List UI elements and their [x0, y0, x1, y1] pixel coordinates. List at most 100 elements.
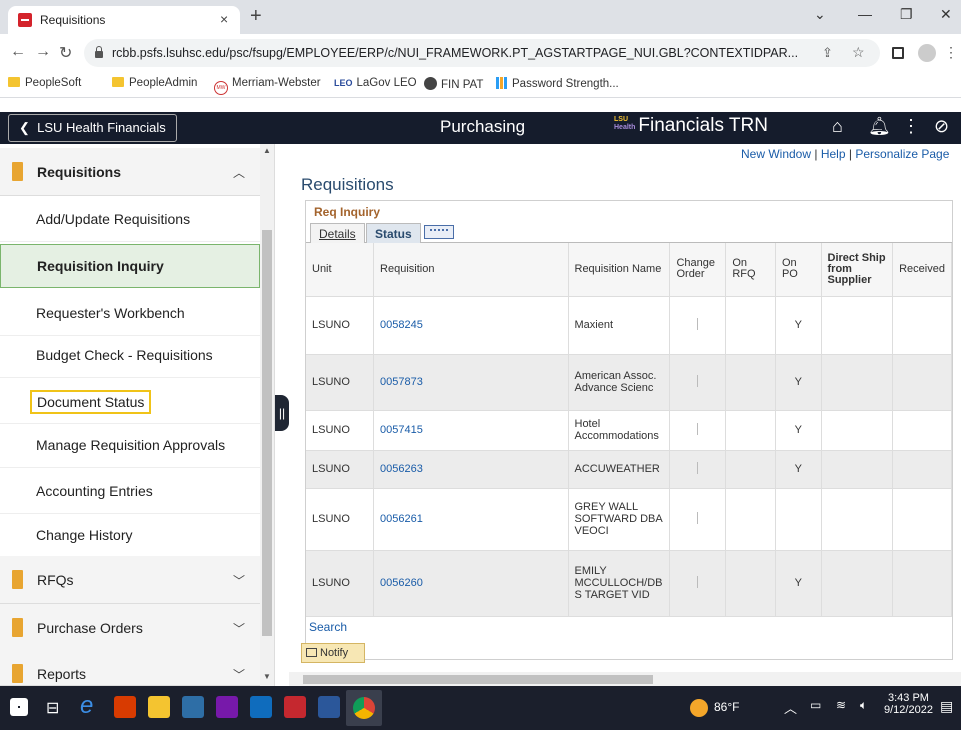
sidebar-folder-rfqs[interactable]: RFQs ﹀	[0, 556, 260, 604]
task-view-icon[interactable]: ⊟	[46, 698, 59, 718]
chrome-menu-icon[interactable]: ⋮	[944, 44, 958, 61]
sidebar-item-requisition-inquiry[interactable]: Requisition Inquiry	[0, 244, 260, 288]
bookmark-peopleadmin[interactable]: PeopleAdmin	[112, 77, 197, 89]
chevron-down-icon[interactable]: ﹀	[233, 666, 245, 683]
remote-desktop-icon[interactable]	[182, 696, 204, 718]
clock[interactable]: 3:43 PM 9/12/2022	[884, 692, 933, 716]
col-header-requisition-name[interactable]: Requisition Name	[568, 243, 671, 297]
bookmark-star-icon[interactable]: ☆	[852, 44, 865, 61]
sidebar-scrollbar[interactable]: ▲ ▼	[260, 144, 274, 686]
minimize-icon[interactable]: —	[858, 6, 872, 22]
file-explorer-icon[interactable]	[148, 696, 170, 718]
col-header-direct-ship[interactable]: Direct Ship from Supplier	[821, 243, 894, 297]
cell-on-rfq	[725, 410, 776, 451]
notifications-bell-icon[interactable]: 🔔︎	[868, 116, 891, 137]
folder-label: RFQs	[37, 572, 74, 588]
network-icon[interactable]: ▭	[810, 698, 821, 712]
reload-icon[interactable]: ↻	[59, 43, 72, 63]
cell-unit: LSUNO	[306, 488, 375, 551]
col-header-unit[interactable]: Unit	[306, 243, 375, 297]
col-header-change-order[interactable]: Change Order	[669, 243, 727, 297]
main-content: New Window | Help | Personalize Page Req…	[289, 144, 961, 686]
bookmark-lagov-leo[interactable]: LEO LaGov LEO	[334, 77, 417, 89]
tab-details[interactable]: Details	[310, 223, 365, 243]
new-window-link[interactable]: New Window	[741, 147, 811, 161]
home-icon[interactable]: ⌂	[832, 116, 843, 137]
actions-menu-icon[interactable]: ⋮	[902, 116, 920, 137]
col-header-received[interactable]: Received	[892, 243, 952, 297]
col-header-requisition[interactable]: Requisition	[373, 243, 569, 297]
col-header-on-rfq[interactable]: On RFQ	[725, 243, 776, 297]
weather-icon[interactable]	[690, 699, 708, 717]
cell-direct-ship	[821, 296, 894, 355]
access-icon[interactable]	[284, 696, 306, 718]
back-button[interactable]: ❮ LSU Health Financials	[8, 114, 177, 142]
bookmark-password-strength[interactable]: Password Strength...	[496, 77, 619, 90]
scroll-up-icon[interactable]: ▲	[263, 146, 271, 155]
temperature[interactable]: 86°F	[714, 700, 739, 714]
tab-search-icon[interactable]: ⌄	[814, 6, 826, 23]
personalize-page-link[interactable]: Personalize Page	[855, 147, 949, 161]
windows-taskbar: ⊟ e 86°F ︿ ▭ ≋ 🔈︎ 3:43 PM 9/12/2022 ▤	[0, 686, 961, 730]
bookmark-peoplesoft[interactable]: PeopleSoft	[8, 77, 81, 89]
sidebar-item-add-update-requisitions[interactable]: Add/Update Requisitions	[0, 198, 260, 242]
side-panel-icon[interactable]	[892, 47, 904, 59]
scroll-down-icon[interactable]: ▼	[263, 672, 271, 681]
sidebar-item-accounting-entries[interactable]: Accounting Entries	[0, 470, 260, 514]
chevron-down-icon[interactable]: ﹀	[233, 620, 245, 637]
word-icon[interactable]	[318, 696, 340, 718]
browser-tab[interactable]: Requisitions ×	[8, 6, 240, 34]
chevron-up-icon[interactable]: ︿	[233, 164, 245, 181]
sidebar-item-budget-check[interactable]: Budget Check - Requisitions	[0, 334, 260, 378]
help-link[interactable]: Help	[821, 147, 846, 161]
sidebar-item-requesters-workbench[interactable]: Requester's Workbench	[0, 292, 260, 336]
profile-avatar-icon[interactable]	[918, 44, 936, 62]
requisition-link[interactable]: 0056263	[373, 450, 569, 489]
onenote-icon[interactable]	[216, 696, 238, 718]
outlook-icon[interactable]	[250, 696, 272, 718]
forward-arrow-icon[interactable]: →	[35, 43, 51, 61]
chevron-down-icon[interactable]: ﹀	[233, 572, 245, 589]
requisition-link[interactable]: 0056260	[373, 550, 569, 617]
chrome-taskbar-button[interactable]	[346, 690, 382, 726]
notification-center-icon[interactable]: ▤	[940, 698, 953, 715]
windows-start-icon[interactable]	[10, 698, 28, 716]
share-icon[interactable]: ⇪	[822, 45, 833, 61]
show-all-columns-icon[interactable]	[424, 225, 454, 239]
sidebar-item-manage-requisition-approvals[interactable]: Manage Requisition Approvals	[0, 424, 260, 468]
lock-icon[interactable]	[94, 46, 104, 58]
requisition-link[interactable]: 0058245	[373, 296, 569, 355]
wifi-icon[interactable]: ≋	[836, 698, 846, 712]
new-tab-icon[interactable]: +	[250, 5, 262, 28]
bookmark-merriam-webster[interactable]: MW Merriam-Webster	[214, 77, 321, 95]
close-window-icon[interactable]: ✕	[940, 6, 952, 23]
requisition-link[interactable]: 0057873	[373, 354, 569, 411]
sidebar-folder-requisitions[interactable]: Requisitions ︿	[0, 148, 260, 196]
back-arrow-icon[interactable]: ←	[10, 43, 26, 61]
requisition-link[interactable]: 0057415	[373, 410, 569, 451]
horizontal-scrollbar[interactable]	[289, 672, 961, 686]
sidebar-folder-purchase-orders[interactable]: Purchase Orders ﹀	[0, 604, 260, 652]
clock-time: 3:43 PM	[887, 692, 929, 704]
restore-icon[interactable]: ❐	[900, 6, 913, 23]
url-bar[interactable]: rcbb.psfs.lsuhsc.edu/psc/fsupg/EMPLOYEE/…	[84, 39, 880, 67]
requisition-link[interactable]: 0056261	[373, 488, 569, 551]
cell-unit: LSUNO	[306, 296, 375, 355]
office-icon[interactable]	[114, 696, 136, 718]
sidebar-item-document-status[interactable]: Document Status	[0, 380, 260, 424]
volume-icon[interactable]: 🔈︎	[860, 698, 867, 713]
internet-explorer-icon[interactable]: e	[80, 692, 93, 720]
bookmark-fin-pat[interactable]: FIN PAT	[424, 77, 483, 91]
show-hidden-icons-icon[interactable]: ︿	[784, 698, 797, 717]
sidebar-folder-reports[interactable]: Reports ﹀	[0, 650, 260, 686]
navbar-compass-icon[interactable]: ⊘	[934, 116, 949, 137]
search-link[interactable]: Search	[309, 620, 347, 634]
close-tab-icon[interactable]: ×	[220, 11, 228, 27]
sidebar-item-change-history[interactable]: Change History	[0, 514, 260, 558]
scrollbar-thumb[interactable]	[303, 675, 653, 684]
notify-button[interactable]: Notify	[301, 643, 365, 663]
collapse-sidebar-button[interactable]: ||	[275, 395, 289, 431]
scrollbar-thumb[interactable]	[262, 230, 272, 636]
tab-status[interactable]: Status	[366, 223, 421, 243]
col-header-on-po[interactable]: On PO	[775, 243, 822, 297]
